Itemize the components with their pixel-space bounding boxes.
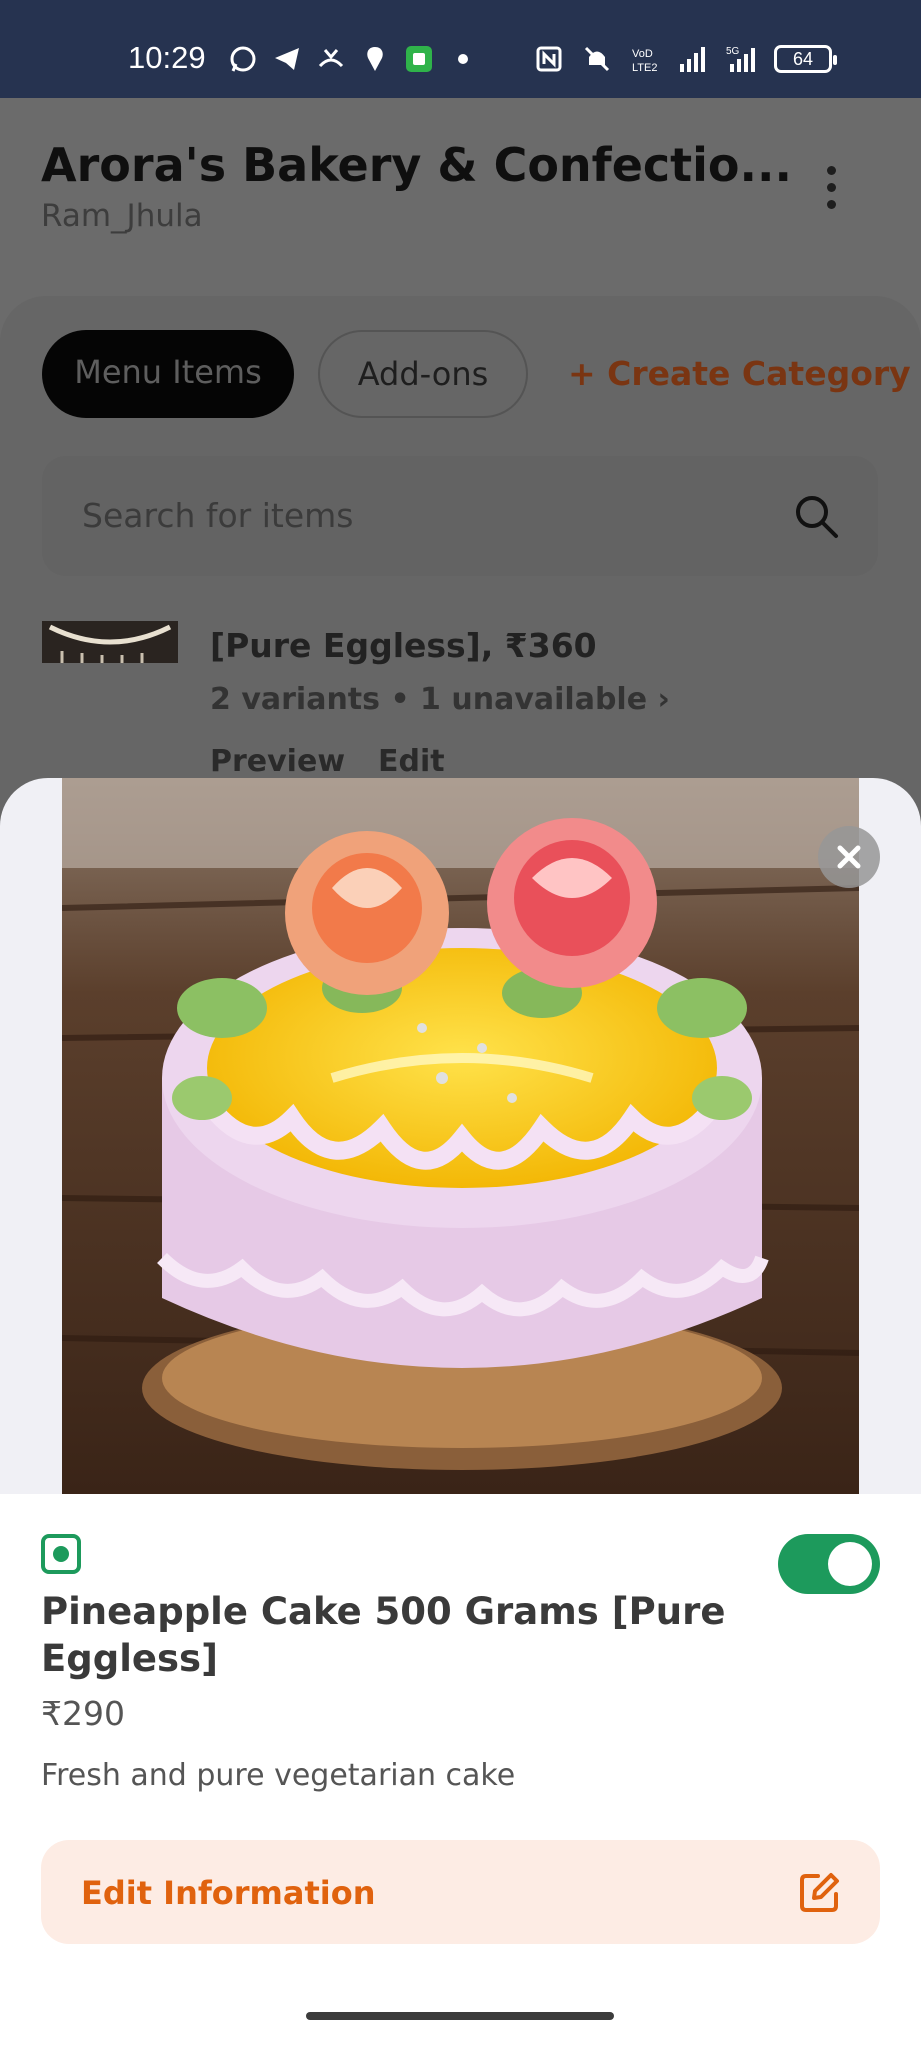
mute-icon [584,46,610,72]
item-variants[interactable]: 2 variants • 1 unavailable › [210,682,670,717]
preview-link[interactable]: Preview [210,744,345,779]
item-title: [Pure Eggless], ₹360 [210,626,597,665]
toggle-knob [828,1542,872,1586]
tab-menu-items[interactable]: Menu Items [42,330,294,418]
close-icon [837,845,861,869]
edit-information-label: Edit Information [81,1874,376,1912]
edit-information-button[interactable]: Edit Information [41,1840,880,1944]
notification-icons [228,44,478,74]
edit-link[interactable]: Edit [378,744,445,779]
more-options-icon[interactable] [818,162,844,212]
availability-toggle[interactable] [778,1534,880,1594]
missed-call-icon [318,49,344,68]
location-icon [367,47,383,71]
item-name: Pineapple Cake 500 Grams [Pure Eggless] [41,1590,726,1680]
signal-icon [680,47,705,72]
battery-icon: 64 [774,45,837,73]
close-button[interactable] [818,826,880,888]
search-input[interactable]: Search for items [42,456,878,576]
whatsapp-icon [230,46,256,72]
create-category-button[interactable]: + Create Category [568,354,911,393]
nfc-icon [536,46,562,72]
store-subtitle: Ram_Jhula [41,198,203,234]
app-notification-icon [406,46,432,72]
chevron-right-icon: › [657,682,670,717]
item-variants-label: 2 variants • 1 unavailable [210,682,648,717]
item-price: ₹290 [41,1694,125,1733]
item-description: Fresh and pure vegetarian cake [41,1758,516,1793]
dot-icon [458,54,468,64]
search-icon[interactable] [792,492,840,540]
svg-text:LTE2: LTE2 [632,62,657,74]
status-time: 10:29 [128,40,206,75]
svg-text:5G: 5G [726,46,740,57]
telegram-icon [275,48,299,70]
tab-add-ons[interactable]: Add-ons [318,330,528,418]
store-title: Arora's Bakery & Confectio... [41,138,792,192]
item-thumbnail [42,621,178,663]
item-photo [62,778,859,1494]
edit-icon [800,1873,839,1912]
search-placeholder: Search for items [82,496,354,535]
status-bar: 10:29 VoD LTE2 5G 64 [0,0,921,98]
svg-text:VoD: VoD [632,48,653,60]
item-info: Pineapple Cake 500 Grams [Pure Eggless] … [0,1494,921,2048]
system-icons: VoD LTE2 5G 64 [534,44,837,74]
item-detail-sheet: Pineapple Cake 500 Grams [Pure Eggless] … [0,778,921,2048]
veg-indicator-icon [41,1534,81,1574]
volte-icon: VoD LTE2 [632,48,657,74]
home-indicator[interactable] [306,2012,614,2020]
signal-5g-icon: 5G [726,46,755,72]
